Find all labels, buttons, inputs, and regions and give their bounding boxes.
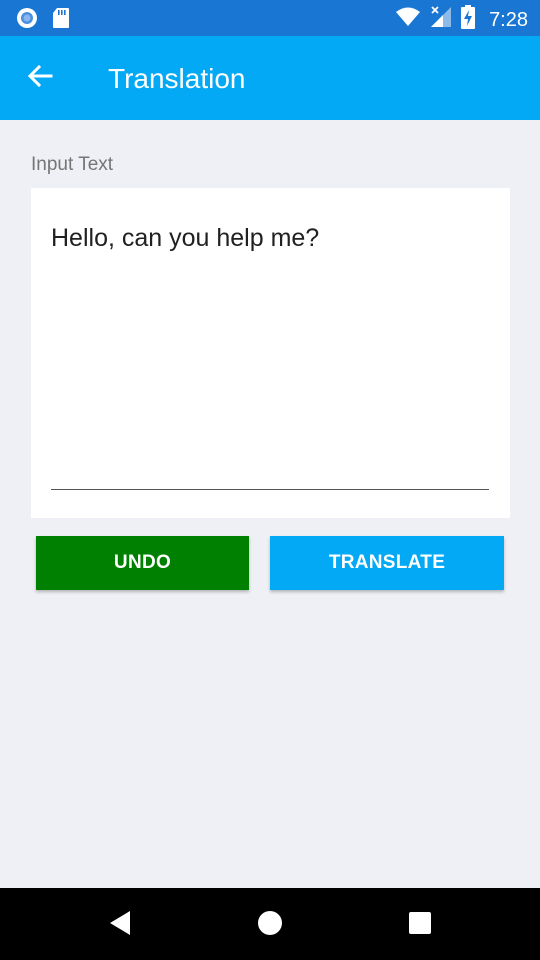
status-time: 7:28 <box>489 8 528 31</box>
battery-charging-icon <box>461 5 476 34</box>
page-title: Translation <box>108 63 246 94</box>
wifi-icon <box>395 6 421 33</box>
input-card: Hello, can you help me? <box>31 188 510 518</box>
navigation-bar <box>0 888 540 960</box>
status-bar: 7:28 <box>0 0 540 36</box>
input-text-field[interactable]: Hello, can you help me? <box>51 222 491 254</box>
status-right-icons: 7:28 <box>395 5 528 34</box>
arrow-back-icon <box>26 62 54 95</box>
nav-recents-button[interactable] <box>407 911 433 940</box>
translate-button[interactable]: TRANSLATE <box>270 536 504 590</box>
signal-icon <box>429 5 453 34</box>
sd-card-icon <box>52 7 70 34</box>
nav-home-button[interactable] <box>257 910 283 941</box>
back-triangle-icon <box>108 910 132 941</box>
app-bar: Translation <box>0 36 540 120</box>
undo-button[interactable]: UNDO <box>36 536 249 590</box>
nav-back-button[interactable] <box>107 910 133 941</box>
back-button[interactable] <box>22 60 58 96</box>
input-underline <box>51 489 489 490</box>
home-circle-icon <box>257 910 283 941</box>
input-label: Input Text <box>31 154 114 175</box>
status-left-icons <box>16 7 70 34</box>
circle-notification-icon <box>16 7 38 34</box>
recents-square-icon <box>408 911 432 940</box>
